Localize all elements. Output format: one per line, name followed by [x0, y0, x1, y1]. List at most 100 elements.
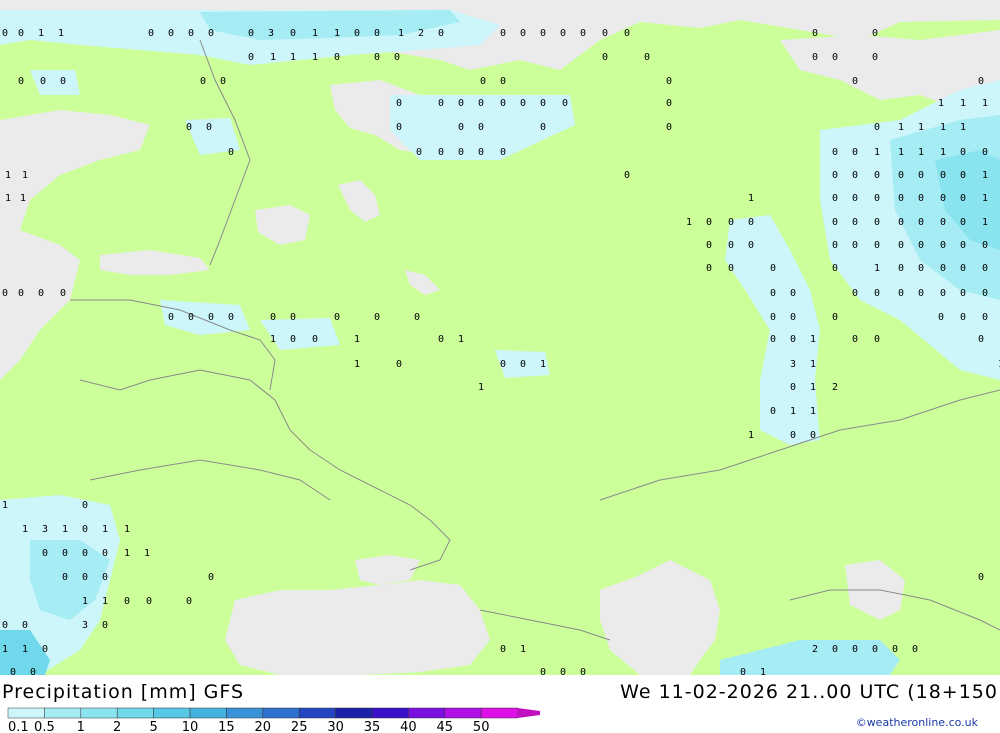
grid-value: 0: [62, 548, 68, 559]
grid-value: 0: [960, 217, 966, 228]
grid-value: 0: [102, 620, 108, 631]
grid-value: 0: [728, 263, 734, 274]
grid-value: 0: [940, 217, 946, 228]
grid-value: 0: [918, 193, 924, 204]
grid-value: 0: [978, 334, 984, 345]
grid-value: 1: [982, 193, 988, 204]
legend-swatch: [226, 707, 264, 719]
grid-value: 0: [748, 217, 754, 228]
grid-value: 2: [832, 382, 838, 393]
grid-value: 1: [102, 596, 108, 607]
grid-value: 0: [560, 667, 566, 675]
grid-value: 0: [982, 288, 988, 299]
grid-value: 0: [500, 359, 506, 370]
legend-swatch: [80, 707, 118, 719]
grid-value: 1: [918, 122, 924, 133]
grid-value: 1: [874, 147, 880, 158]
grid-value: 0: [898, 240, 904, 251]
grid-value: 0: [458, 98, 464, 109]
grid-value: 1: [982, 98, 988, 109]
grid-value: 0: [892, 644, 898, 655]
grid-value: 0: [852, 193, 858, 204]
grid-value: 3: [82, 620, 88, 631]
grid-value: 0: [832, 263, 838, 274]
grid-value: 0: [374, 312, 380, 323]
grid-value: 0: [874, 240, 880, 251]
credit-link[interactable]: ©weatheronline.co.uk: [856, 716, 978, 729]
grid-value: 0: [872, 28, 878, 39]
precipitation-map: 0 0 1 1 0 0 0 0 0 3 0 1 1 0 0 1 2 0 0 0 0 0 0 0 0 0 0 0 1 1 1 0 0 0 0 0 0 0 0 0…: [0, 0, 1000, 675]
grid-value: 0: [874, 193, 880, 204]
grid-value: 0: [898, 288, 904, 299]
grid-value: 0: [728, 240, 734, 251]
grid-value: 0: [38, 288, 44, 299]
grid-value: 1: [124, 524, 130, 535]
grid-value: 0: [960, 288, 966, 299]
grid-value: 0: [770, 263, 776, 274]
grid-value: 0: [874, 217, 880, 228]
grid-value: 0: [978, 572, 984, 583]
grid-value: 1: [354, 334, 360, 345]
grid-value: 0: [500, 147, 506, 158]
grid-value: 0: [416, 147, 422, 158]
grid-value: 0: [748, 240, 754, 251]
grid-value: 0: [186, 122, 192, 133]
legend-swatch: [7, 707, 45, 719]
grid-value: 0: [918, 217, 924, 228]
grid-value: 1: [58, 28, 64, 39]
grid-value: 0: [898, 217, 904, 228]
grid-value: 0: [414, 312, 420, 323]
grid-value: 0: [874, 122, 880, 133]
grid-value: 0: [42, 644, 48, 655]
grid-value: 1: [898, 147, 904, 158]
grid-value: 0: [960, 193, 966, 204]
grid-value: 0: [396, 122, 402, 133]
grid-value: 0: [290, 28, 296, 39]
grid-value: 0: [540, 28, 546, 39]
grid-value: 0: [270, 312, 276, 323]
grid-value: 1: [898, 122, 904, 133]
grid-value: 0: [540, 667, 546, 675]
grid-value: 0: [790, 382, 796, 393]
grid-value: 0: [666, 98, 672, 109]
legend-tick-label: 30: [327, 720, 344, 733]
grid-value: 0: [334, 312, 340, 323]
grid-value: 0: [124, 596, 130, 607]
grid-value: 1: [312, 28, 318, 39]
grid-value: 1: [960, 98, 966, 109]
grid-value: 0: [560, 28, 566, 39]
grid-value: 0: [458, 147, 464, 158]
grid-value: 1: [354, 359, 360, 370]
grid-value: 0: [500, 76, 506, 87]
grid-value: 0: [248, 28, 254, 39]
grid-value: 0: [438, 334, 444, 345]
grid-value: 0: [898, 263, 904, 274]
grid-value: 0: [18, 28, 24, 39]
grid-value: 0: [82, 548, 88, 559]
grid-value: 0: [10, 667, 16, 675]
grid-value: 0: [852, 76, 858, 87]
grid-value: 0: [580, 28, 586, 39]
color-scale: 0.1 0.5 1 2 5 10 15 20 25 30 35 40 45 50: [7, 707, 540, 733]
grid-value: 0: [18, 288, 24, 299]
legend-tick-label: 0.1: [8, 720, 29, 733]
legend-tick-label: 35: [364, 720, 381, 733]
legend-swatch: [44, 707, 82, 719]
grid-value: 0: [918, 240, 924, 251]
grid-value: 0: [728, 217, 734, 228]
grid-value: 3: [42, 524, 48, 535]
grid-value: 0: [228, 147, 234, 158]
black-sea: [225, 580, 490, 675]
grid-value: 2: [418, 28, 424, 39]
grid-value: 0: [666, 122, 672, 133]
grid-value: 0: [898, 193, 904, 204]
grid-value: 1: [810, 382, 816, 393]
grid-value: 0: [374, 52, 380, 63]
grid-value: 0: [624, 28, 630, 39]
grid-value: 0: [354, 28, 360, 39]
grid-value: 0: [228, 312, 234, 323]
grid-value: 0: [770, 312, 776, 323]
chart-title: Precipitation [mm] GFS: [2, 681, 245, 703]
grid-value: 0: [82, 500, 88, 511]
grid-value: 0: [898, 170, 904, 181]
